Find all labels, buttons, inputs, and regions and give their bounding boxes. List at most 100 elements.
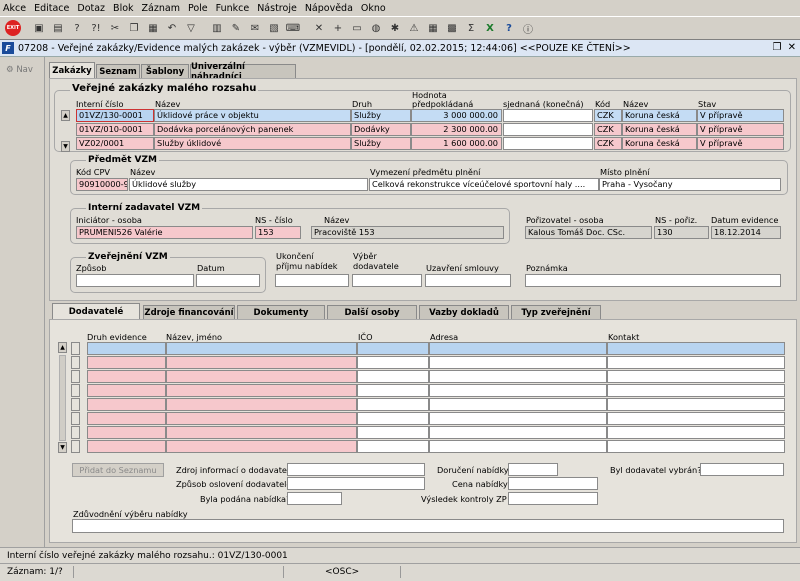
cell-ico[interactable] [357, 356, 429, 369]
mail-icon[interactable]: ✉ [246, 19, 264, 37]
cell-nazev-jmeno[interactable] [166, 342, 357, 355]
close-icon[interactable]: ✕ [788, 42, 796, 53]
cell-kontakt[interactable] [607, 356, 785, 369]
warning-icon[interactable]: ⚠ [405, 19, 423, 37]
cell-druh-evidence[interactable] [87, 384, 166, 397]
tools-icon[interactable]: ✱ [386, 19, 404, 37]
cell-cislo[interactable]: 01VZ/010-0001 [76, 123, 154, 136]
cell-druh-evidence[interactable] [87, 342, 166, 355]
menu-funkce[interactable]: Funkce [216, 3, 250, 14]
scrollbar-track[interactable] [59, 355, 66, 441]
cell-druh[interactable]: Služby [351, 137, 411, 150]
cell-adresa[interactable] [429, 426, 607, 439]
menu-pole[interactable]: Pole [188, 3, 208, 14]
row-marker[interactable] [71, 440, 80, 453]
row-marker[interactable] [71, 384, 80, 397]
cell-adresa[interactable] [429, 384, 607, 397]
field-misto[interactable]: Praha - Vysočany [599, 178, 781, 191]
cell-ico[interactable] [357, 342, 429, 355]
filter-icon[interactable]: ▽ [182, 19, 200, 37]
paste-icon[interactable]: ▦ [144, 19, 162, 37]
cell-druh-evidence[interactable] [87, 412, 166, 425]
field-iniciator[interactable]: PRUMENI526 Valérie [76, 226, 253, 239]
cell-hodnota[interactable]: 2 300 000.00 [411, 123, 502, 136]
scroll-down-icon[interactable]: ▼ [58, 442, 67, 453]
field-byla-podana[interactable] [287, 492, 342, 505]
field-poznamka[interactable] [525, 274, 781, 287]
cell-druh[interactable]: Dodávky [351, 123, 411, 136]
cell-kontakt[interactable] [607, 412, 785, 425]
tab-dalsi-osoby[interactable]: Další osoby [327, 305, 417, 319]
help-icon[interactable]: ? [500, 19, 518, 37]
field-cena[interactable] [508, 477, 598, 490]
menu-editace[interactable]: Editace [34, 3, 69, 14]
tab-typ-zverejneni[interactable]: Typ zveřejnění [511, 305, 601, 319]
keyboard-icon[interactable]: ⌨ [284, 19, 302, 37]
cut-icon[interactable]: ✂ [106, 19, 124, 37]
field-zduvodneni[interactable] [72, 519, 784, 533]
tab-univerzalni-nahradnici[interactable]: Univerzální náhradníci [190, 62, 296, 82]
cell-ico[interactable] [357, 398, 429, 411]
attachment-icon[interactable]: ▧ [265, 19, 283, 37]
field-zdroj-informaci[interactable] [287, 463, 425, 476]
info-icon[interactable]: ⓘ [519, 19, 537, 37]
cell-stav[interactable]: V přípravě [697, 123, 784, 136]
field-vyber[interactable] [352, 274, 422, 287]
field-zpusob-osloveni[interactable] [287, 477, 425, 490]
tab-zdroje-financovani[interactable]: Zdroje financování [143, 305, 235, 319]
tab-vazby-dokladu[interactable]: Vazby dokladů [419, 305, 509, 319]
delete-icon[interactable]: ✕ [310, 19, 328, 37]
menu-zaznam[interactable]: Záznam [142, 3, 180, 14]
cell-nazev-jmeno[interactable] [166, 440, 357, 453]
globe-icon[interactable]: ◍ [367, 19, 385, 37]
cell-kod[interactable]: CZK [594, 123, 622, 136]
field-predmet-nazev[interactable]: Úklidové služby [129, 178, 368, 191]
cell-mena[interactable]: Koruna česká [622, 123, 697, 136]
cell-nazev-jmeno[interactable] [166, 412, 357, 425]
cell-cislo[interactable]: VZ02/0001 [76, 137, 154, 150]
field-zverejneni-datum[interactable] [196, 274, 260, 287]
row-marker[interactable] [71, 356, 80, 369]
field-kod-cpv[interactable]: 90910000-9 [76, 178, 128, 191]
row-marker[interactable] [71, 342, 80, 355]
menu-akce[interactable]: Akce [3, 3, 26, 14]
cell-druh-evidence[interactable] [87, 370, 166, 383]
tab-dodavatele[interactable]: Dodavatelé [52, 303, 140, 319]
cell-hodnota[interactable]: 3 000 000.00 [411, 109, 502, 122]
cell-nazev[interactable]: Úklidové práce v objektu [154, 109, 351, 122]
cell-adresa[interactable] [429, 356, 607, 369]
cell-kontakt[interactable] [607, 342, 785, 355]
cell-sjednana[interactable] [503, 137, 593, 150]
cell-kontakt[interactable] [607, 426, 785, 439]
restore-icon[interactable]: ❐ [772, 42, 781, 53]
document-icon[interactable]: ▤ [49, 19, 67, 37]
cell-cislo[interactable]: 01VZ/130-0001 [76, 109, 154, 122]
cell-kontakt[interactable] [607, 384, 785, 397]
field-ukonceni[interactable] [275, 274, 349, 287]
cell-druh[interactable]: Služby [351, 109, 411, 122]
print-icon[interactable]: ▥ [208, 19, 226, 37]
cell-adresa[interactable] [429, 398, 607, 411]
row-marker[interactable] [71, 412, 80, 425]
cell-nazev[interactable]: Dodávka porcelánových panenek [154, 123, 351, 136]
insert-record-icon[interactable]: + [329, 19, 347, 37]
menu-okno[interactable]: Okno [361, 3, 386, 14]
menu-dotaz[interactable]: Dotaz [77, 3, 105, 14]
cell-mena[interactable]: Koruna česká [622, 109, 697, 122]
grid-icon[interactable]: ▦ [424, 19, 442, 37]
tab-zakazky[interactable]: Zakázky [49, 62, 95, 78]
row-marker[interactable] [71, 370, 80, 383]
cell-sjednana[interactable] [503, 123, 593, 136]
exit-icon[interactable]: EXIT [4, 19, 22, 37]
cell-nazev[interactable]: Služby úklidové [154, 137, 351, 150]
query-enter-icon[interactable]: ? [68, 19, 86, 37]
undo-icon[interactable]: ↶ [163, 19, 181, 37]
cell-kod[interactable]: CZK [594, 137, 622, 150]
cell-druh-evidence[interactable] [87, 398, 166, 411]
save-icon[interactable]: ▣ [30, 19, 48, 37]
cell-kontakt[interactable] [607, 398, 785, 411]
cell-ico[interactable] [357, 426, 429, 439]
tab-sablony[interactable]: Šablony [141, 64, 189, 78]
field-vymezeni[interactable]: Celková rekonstrukce víceúčelové sportov… [369, 178, 599, 191]
copy-icon[interactable]: ❐ [125, 19, 143, 37]
